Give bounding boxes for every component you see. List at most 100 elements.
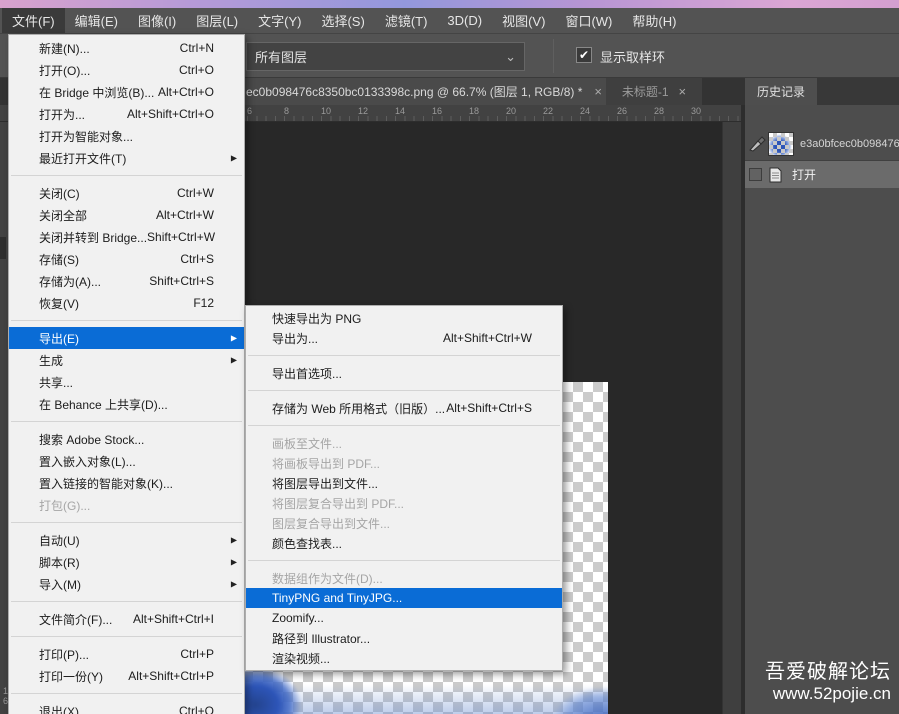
menubar-item[interactable]: 文字(Y) <box>248 8 311 33</box>
menu-item[interactable]: 文件简介(F)...Alt+Shift+Ctrl+I <box>9 608 244 630</box>
menu-item-label: 存储(S) <box>39 251 79 268</box>
history-source-filename: e3a0bfcec0b098476c8 <box>800 138 899 150</box>
menu-item[interactable]: 存储为 Web 所用格式（旧版）...Alt+Shift+Ctrl+S <box>246 398 562 418</box>
menu-item-label: 新建(N)... <box>39 40 90 57</box>
menu-item[interactable]: 导出(E)▶ <box>9 327 244 349</box>
menubar-item[interactable]: 滤镜(T) <box>375 8 438 33</box>
menu-item[interactable]: 在 Behance 上共享(D)... <box>9 393 244 415</box>
menu-item-shortcut: Shift+Ctrl+S <box>149 274 214 288</box>
menu-item[interactable]: 快速导出为 PNG <box>246 308 562 328</box>
menubar-item[interactable]: 选择(S) <box>311 8 374 33</box>
menubar-item[interactable]: 帮助(H) <box>622 8 686 33</box>
menu-separator <box>11 175 242 176</box>
menu-item-label: 关闭并转到 Bridge... <box>39 229 147 246</box>
menubar-item[interactable]: 3D(D) <box>437 8 492 33</box>
menubar-item[interactable]: 图像(I) <box>128 8 186 33</box>
menu-item-label: 导入(M) <box>39 576 81 593</box>
menu-item[interactable]: 退出(X)Ctrl+Q <box>9 700 244 714</box>
menu-item[interactable]: 打开为...Alt+Shift+Ctrl+O <box>9 103 244 125</box>
menu-item-label: 将画板导出到 PDF... <box>272 455 380 472</box>
vertical-scrollbar[interactable] <box>722 122 741 714</box>
menu-item[interactable]: 最近打开文件(T)▶ <box>9 147 244 169</box>
history-thumbnail <box>768 132 794 156</box>
menu-item[interactable]: TinyPNG and TinyJPG... <box>246 588 562 608</box>
menu-item[interactable]: 恢复(V)F12 <box>9 292 244 314</box>
menubar-item[interactable]: 图层(L) <box>186 8 248 33</box>
menu-item[interactable]: 在 Bridge 中浏览(B)...Alt+Ctrl+O <box>9 81 244 103</box>
menu-item[interactable]: 脚本(R)▶ <box>9 551 244 573</box>
menu-item-label: Zoomify... <box>272 611 324 625</box>
tab-history-panel[interactable]: 历史记录 <box>745 78 817 105</box>
menubar-item[interactable]: 文件(F) <box>2 8 65 33</box>
menu-item[interactable]: 置入嵌入对象(L)... <box>9 450 244 472</box>
menu-item[interactable]: 关闭全部Alt+Ctrl+W <box>9 204 244 226</box>
show-sampling-ring-checkbox[interactable]: ✔ <box>576 47 592 63</box>
menubar-item[interactable]: 窗口(W) <box>555 8 622 33</box>
history-source-row[interactable]: e3a0bfcec0b098476c8 <box>745 128 899 160</box>
menu-item[interactable]: 关闭(C)Ctrl+W <box>9 182 244 204</box>
menu-item[interactable]: 路径到 Illustrator... <box>246 628 562 648</box>
menubar-item[interactable]: 编辑(E) <box>65 8 128 33</box>
menu-item-label: 画板至文件... <box>272 435 342 452</box>
menu-item-shortcut: Ctrl+O <box>179 63 214 77</box>
watermark-url: www.52pojie.cn <box>765 684 891 704</box>
menu-item[interactable]: 存储(S)Ctrl+S <box>9 248 244 270</box>
menu-item[interactable]: 打开为智能对象... <box>9 125 244 147</box>
menu-item-label: 自动(U) <box>39 532 80 549</box>
desktop-wallpaper-strip <box>0 0 899 8</box>
menubar-item[interactable]: 视图(V) <box>492 8 555 33</box>
menu-item[interactable]: 渲染视频... <box>246 648 562 668</box>
menu-item-label: 置入链接的智能对象(K)... <box>39 475 173 492</box>
menu-separator <box>248 355 560 356</box>
menu-item[interactable]: 共享... <box>9 371 244 393</box>
menu-bar: 文件(F)编辑(E)图像(I)图层(L)文字(Y)选择(S)滤镜(T)3D(D)… <box>0 8 899 34</box>
tab-title: 未标题-1 <box>622 83 669 100</box>
history-panel-header: 历史记录 <box>745 78 899 105</box>
menu-item[interactable]: 打开(O)...Ctrl+O <box>9 59 244 81</box>
history-brush-source-well[interactable] <box>749 168 762 181</box>
menu-item[interactable]: 关闭并转到 Bridge...Shift+Ctrl+W <box>9 226 244 248</box>
menu-item[interactable]: 存储为(A)...Shift+Ctrl+S <box>9 270 244 292</box>
menu-item-shortcut: Alt+Ctrl+O <box>158 85 214 99</box>
history-state-open[interactable]: 打开 <box>745 160 899 188</box>
menu-item: 将画板导出到 PDF... <box>246 453 562 473</box>
watermark-forum-name: 吾爱破解论坛 <box>765 655 891 684</box>
menu-item: 打包(G)... <box>9 494 244 516</box>
menu-item[interactable]: 生成▶ <box>9 349 244 371</box>
menu-item[interactable]: Zoomify... <box>246 608 562 628</box>
tab-untitled-document[interactable]: 未标题-1 × <box>606 78 702 105</box>
ruler-number: 14 <box>395 106 405 116</box>
menu-item[interactable]: 新建(N)... Ctrl+N <box>9 37 244 59</box>
menu-separator <box>11 636 242 637</box>
menu-item-label: 图层复合导出到文件... <box>272 515 390 532</box>
menu-item[interactable]: 自动(U)▶ <box>9 529 244 551</box>
ruler-number: 28 <box>654 106 664 116</box>
menu-item: 数据组作为文件(D)... <box>246 568 562 588</box>
close-icon[interactable]: × <box>679 84 687 99</box>
menu-item[interactable]: 导出为...Alt+Shift+Ctrl+W <box>246 328 562 348</box>
menu-item[interactable]: 将图层导出到文件... <box>246 473 562 493</box>
menu-item-shortcut: Alt+Shift+Ctrl+P <box>128 669 214 683</box>
menu-item-label: 最近打开文件(T) <box>39 150 126 167</box>
menu-item[interactable]: 颜色查找表... <box>246 533 562 553</box>
menu-item[interactable]: 打印一份(Y)Alt+Shift+Ctrl+P <box>9 665 244 687</box>
menu-item-label: 文件简介(F)... <box>39 611 112 628</box>
menu-item-label: 打开为智能对象... <box>39 128 133 145</box>
menu-item-label: 脚本(R) <box>39 554 80 571</box>
menu-item[interactable]: 打印(P)...Ctrl+P <box>9 643 244 665</box>
menu-item[interactable]: 搜索 Adobe Stock... <box>9 428 244 450</box>
menu-item-shortcut: Ctrl+N <box>180 41 214 55</box>
history-panel: e3a0bfcec0b098476c8 打开 吾爱破解论坛 www.52poji… <box>745 105 899 714</box>
show-sampling-ring-label: 显示取样环 <box>600 47 665 66</box>
menu-separator <box>248 560 560 561</box>
menu-item[interactable]: 导入(M)▶ <box>9 573 244 595</box>
close-icon[interactable]: × <box>594 84 602 99</box>
menu-separator <box>11 522 242 523</box>
menu-item-label: 导出首选项... <box>272 365 342 382</box>
document-icon <box>769 167 782 183</box>
sample-layers-dropdown[interactable]: 所有图层 ⌄ <box>246 42 525 71</box>
menu-item-label: 颜色查找表... <box>272 535 342 552</box>
menu-item[interactable]: 置入链接的智能对象(K)... <box>9 472 244 494</box>
menu-item[interactable]: 导出首选项... <box>246 363 562 383</box>
menu-item-label: 打开为... <box>39 106 85 123</box>
